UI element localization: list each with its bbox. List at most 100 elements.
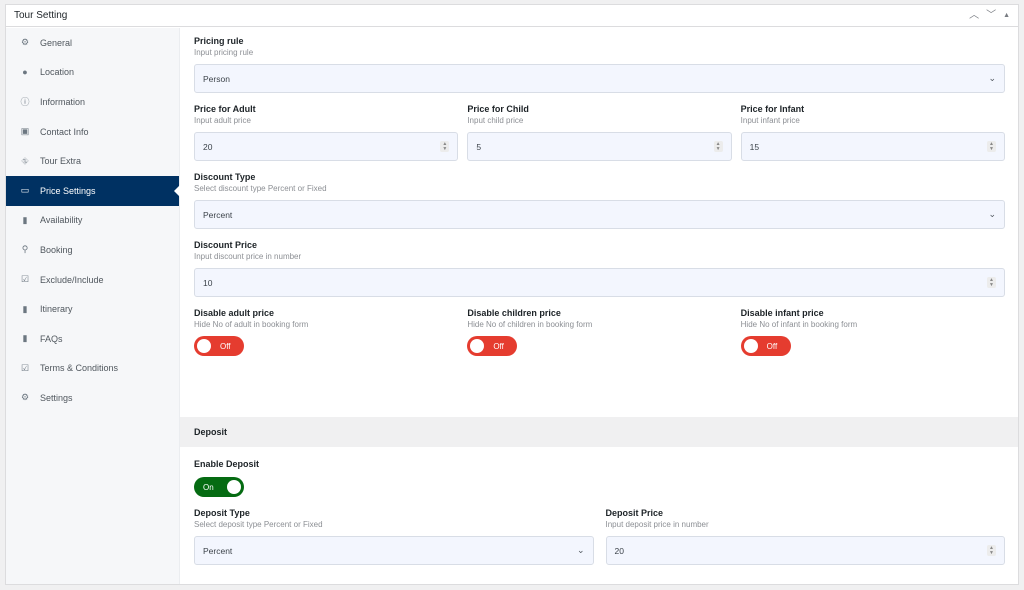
- price-infant-field: Price for Infant Input infant price 15 ▲…: [740, 103, 1005, 161]
- deposit-section-header: Deposit: [180, 417, 1018, 447]
- deposit-price-input[interactable]: 20 ▲ ▼: [605, 536, 1005, 565]
- deposit-type-select[interactable]: Percent ⌄: [194, 536, 594, 565]
- field-label: Disable infant price: [740, 308, 824, 318]
- sidebar-item-location[interactable]: ● Location: [6, 58, 179, 88]
- disable-children-toggle[interactable]: Off: [467, 336, 518, 356]
- check-box-outline-icon: ☑: [20, 362, 30, 373]
- sidebar-item-availability[interactable]: ▮ Availability: [6, 206, 179, 236]
- toggle-knob: [197, 339, 211, 353]
- field-label: Disable children price: [467, 308, 561, 318]
- sidebar-item-faqs[interactable]: ▮ FAQs: [6, 324, 179, 354]
- panel-header: Tour Setting ︿ ﹀ ▲: [6, 5, 1018, 27]
- sidebar-item-contact-info[interactable]: ▣ Contact Info: [6, 117, 179, 147]
- sidebar-item-tour-extra[interactable]: ⛗ Tour Extra: [6, 146, 179, 176]
- triangle-up-icon[interactable]: ▲: [1003, 12, 1010, 19]
- disable-infant-field: Disable infant price Hide No of infant i…: [740, 307, 1005, 356]
- sidebar-item-booking[interactable]: ⚲ Booking: [6, 235, 179, 265]
- price-infant-input[interactable]: 15 ▲ ▼: [740, 132, 1005, 161]
- toggle-state: Off: [493, 341, 504, 351]
- input-value: 10: [203, 277, 213, 288]
- field-label: Price for Adult: [194, 104, 256, 114]
- deposit-type-field: Deposit Type Select deposit type Percent…: [194, 507, 594, 565]
- field-label: Deposit Price: [605, 508, 664, 518]
- field-description: Input pricing rule: [194, 48, 254, 57]
- tour-setting-panel: Tour Setting ︿ ﹀ ▲ ⚙ General ● Location ⓘ I…: [5, 4, 1019, 585]
- toggle-state: Off: [220, 341, 231, 351]
- discount-price-input[interactable]: 10 ▲ ▼: [194, 268, 1005, 297]
- sidebar-item-label: Price Settings: [40, 185, 96, 196]
- field-description: Input discount price in number: [194, 252, 302, 261]
- field-label: Price for Child: [467, 104, 529, 114]
- sidebar-item-itinerary[interactable]: ▮ Itinerary: [6, 294, 179, 324]
- field-label: Disable adult price: [194, 308, 275, 318]
- price-settings-content: Pricing rule Input pricing rule Person ⌄…: [180, 28, 1018, 584]
- number-spinner-icon[interactable]: ▲ ▼: [713, 141, 723, 152]
- select-value: Percent: [203, 209, 233, 220]
- toggle-knob: [227, 480, 241, 494]
- faq-clipboard-icon: ▮: [22, 333, 28, 344]
- map-pin-icon: ●: [22, 67, 28, 78]
- sidebar-item-label: Availability: [40, 215, 83, 226]
- toggle-state: On: [203, 482, 214, 492]
- disable-children-field: Disable children price Hide No of childr…: [467, 307, 731, 356]
- sidebar-item-settings[interactable]: ⚙ Settings: [6, 383, 179, 413]
- disable-infant-toggle[interactable]: Off: [740, 336, 791, 356]
- sidebar-item-label: Itinerary: [40, 304, 73, 315]
- number-spinner-icon[interactable]: ▲ ▼: [987, 545, 996, 556]
- field-description: Input child price: [467, 116, 524, 125]
- field-description: Input deposit price in number: [605, 520, 709, 529]
- field-label: Deposit Type: [194, 508, 250, 518]
- disable-adult-toggle[interactable]: Off: [194, 336, 244, 356]
- field-description: Hide No of infant in booking form: [740, 320, 858, 329]
- sidebar-item-price-settings[interactable]: ▭ Price Settings: [6, 175, 179, 206]
- enable-deposit-toggle[interactable]: On: [194, 477, 244, 497]
- field-description: Hide No of children in booking form: [467, 320, 593, 329]
- sidebar-item-label: Settings: [40, 392, 73, 403]
- price-adult-input[interactable]: 20 ▲ ▼: [194, 132, 459, 161]
- field-label: Discount Type: [194, 172, 256, 182]
- walking-icon: ⚲: [21, 244, 29, 255]
- field-description: Hide No of adult in booking form: [194, 320, 309, 329]
- number-spinner-icon[interactable]: ▲ ▼: [987, 277, 996, 288]
- select-value: Person: [203, 73, 230, 84]
- toggle-state: Off: [766, 341, 778, 351]
- chevron-down-icon: ⌄: [988, 209, 996, 219]
- sidebar-item-information[interactable]: ⓘ Information: [6, 87, 179, 117]
- sidebar-item-terms-conditions[interactable]: ☑ Terms & Conditions: [6, 354, 179, 384]
- input-value: 20: [614, 545, 624, 556]
- toggle-knob: [743, 339, 758, 353]
- pricing-rule-select[interactable]: Person ⌄: [194, 64, 1005, 93]
- field-label: Pricing rule: [194, 36, 244, 46]
- clipboard-list-icon: ▮: [22, 303, 28, 314]
- sidebar-item-label: Location: [40, 67, 75, 78]
- sidebar-item-label: Information: [40, 96, 86, 107]
- sidebar-item-general[interactable]: ⚙ General: [6, 28, 179, 58]
- chevron-down-icon: ⌄: [988, 73, 996, 83]
- field-description: Select deposit type Percent or Fixed: [194, 520, 323, 529]
- check-square-icon: ☑: [20, 274, 30, 285]
- field-description: Input adult price: [194, 116, 251, 125]
- number-spinner-icon[interactable]: ▲ ▼: [440, 141, 450, 152]
- sidebar-item-exclude-include[interactable]: ☑ Exclude/Include: [6, 265, 179, 295]
- price-child-input[interactable]: 5 ▲ ▼: [467, 132, 732, 161]
- field-label: Price for Infant: [740, 104, 805, 114]
- sidebar-item-label: Booking: [40, 244, 73, 255]
- tour-extra-icon: ⛗: [21, 155, 29, 166]
- chevron-down-icon[interactable]: ﹀: [986, 10, 996, 21]
- contact-card-icon: ▣: [20, 126, 30, 137]
- sidebar-item-label: Terms & Conditions: [40, 363, 119, 374]
- toggle-knob: [470, 339, 485, 353]
- field-description: Select discount type Percent or Fixed: [194, 184, 327, 193]
- discount-price-field: Discount Price Input discount price in n…: [194, 239, 1005, 297]
- field-label: Enable Deposit: [194, 459, 260, 469]
- discount-type-select[interactable]: Percent ⌄: [194, 200, 1005, 229]
- chevron-up-icon[interactable]: ︿: [969, 10, 979, 21]
- select-value: Percent: [203, 545, 233, 556]
- section-title: Deposit: [194, 427, 228, 437]
- settings-sidebar: ⚙ General ● Location ⓘ Information ▣ Contact…: [6, 28, 180, 584]
- field-label: Discount Price: [194, 240, 258, 250]
- input-value: 20: [203, 141, 213, 152]
- gear-icon: ⚙: [20, 37, 30, 48]
- clipboard-icon: ▮: [22, 214, 28, 225]
- number-spinner-icon[interactable]: ▲ ▼: [986, 141, 996, 152]
